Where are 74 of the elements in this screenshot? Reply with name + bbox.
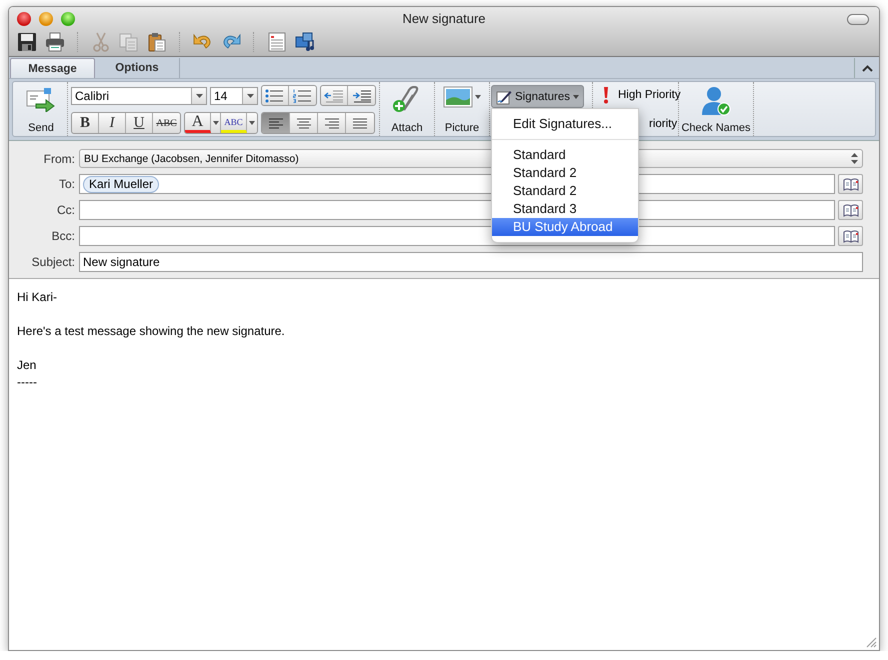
field-label: Cc: <box>56 203 75 217</box>
alignment-control[interactable] <box>261 112 375 134</box>
ribbon-tab[interactable]: Options <box>95 58 180 78</box>
align-center-icon <box>294 116 312 130</box>
menu-item[interactable]: BU Study Abroad <box>492 218 638 236</box>
field-label: To: <box>58 177 75 191</box>
underline-button[interactable]: U <box>126 113 153 133</box>
indent-control[interactable] <box>320 85 376 106</box>
signatures-button[interactable]: Signatures <box>491 85 584 108</box>
dropdown-arrow-icon[interactable] <box>475 95 481 99</box>
message-line: ----- <box>17 374 38 391</box>
address-book-button[interactable] <box>838 174 863 194</box>
ribbon-tab[interactable]: Message <box>10 58 95 78</box>
toolbar-toggle-button[interactable] <box>847 14 869 24</box>
list-control[interactable] <box>261 85 317 106</box>
align-left-icon <box>266 116 284 130</box>
exclamation-icon <box>602 86 609 104</box>
form-icon[interactable] <box>267 32 287 52</box>
dropdown-arrow-icon[interactable] <box>249 121 255 125</box>
collapse-icon[interactable] <box>862 64 872 72</box>
message-line: Here's a test message showing the new signature. <box>17 323 286 340</box>
outdent-icon[interactable] <box>324 88 344 102</box>
dropdown-arrow-icon[interactable] <box>246 94 254 98</box>
align-left-button[interactable] <box>262 113 290 133</box>
bullet-list-icon[interactable] <box>265 88 285 102</box>
media-icon[interactable] <box>295 32 315 52</box>
book-icon <box>842 178 858 190</box>
landscape-icon[interactable] <box>443 86 473 108</box>
resize-grip-icon[interactable] <box>866 637 877 648</box>
message-line: Hi Kari- <box>17 289 58 306</box>
check-names-button[interactable]: Check Names <box>681 122 751 134</box>
text-style-control[interactable]: B I U ABC <box>71 112 181 134</box>
bold-button[interactable]: B <box>72 113 99 133</box>
menu-item[interactable]: Standard <box>492 146 638 164</box>
stepper-arrows-icon <box>851 153 858 164</box>
strikethrough-button[interactable]: ABC <box>153 113 180 133</box>
message-line: Jen <box>17 357 38 374</box>
book-icon <box>842 230 858 242</box>
close-button[interactable] <box>17 12 31 26</box>
person-check-icon[interactable] <box>700 86 731 116</box>
high-priority-button[interactable]: High Priority <box>618 89 681 101</box>
address-book-button[interactable] <box>838 226 863 246</box>
field-label: Subject: <box>30 255 75 269</box>
font-field[interactable]: Calibri <box>71 86 207 104</box>
address-book-button[interactable] <box>838 200 863 220</box>
dropdown-arrow-icon[interactable] <box>212 121 218 125</box>
font-size-field[interactable]: 14 <box>210 86 258 104</box>
window-title: New signature <box>402 11 486 26</box>
dropdown-arrow-icon[interactable] <box>196 94 202 98</box>
send-icon[interactable] <box>26 86 56 112</box>
low-priority-button[interactable]: riority <box>648 118 678 130</box>
dropdown-arrow-icon <box>572 94 579 98</box>
italic-button[interactable]: I <box>99 113 126 133</box>
save-icon[interactable] <box>17 32 37 52</box>
pen-icon <box>496 88 512 104</box>
printer-icon[interactable] <box>45 32 65 52</box>
align-right-icon <box>322 116 340 130</box>
font-color-button[interactable]: A <box>185 113 211 133</box>
subject-field[interactable]: New signature <box>79 252 863 272</box>
indent-icon[interactable] <box>352 88 372 102</box>
clipboard-icon[interactable] <box>147 32 167 52</box>
highlight-button[interactable]: ABC <box>221 113 247 133</box>
picture-button[interactable]: Picture <box>444 122 480 134</box>
align-justify-icon <box>351 116 369 130</box>
recipient-token[interactable]: Kari Mueller <box>83 176 160 192</box>
attach-button[interactable]: Attach <box>391 122 423 134</box>
field-label: Bcc: <box>50 229 75 243</box>
menu-item[interactable]: Standard 3 <box>492 200 638 218</box>
menu-item[interactable]: Edit Signatures... <box>492 114 638 134</box>
field-label: From: <box>42 152 75 166</box>
color-control[interactable]: A ABC <box>184 112 258 134</box>
send-button[interactable]: Send <box>28 122 54 134</box>
book-icon <box>842 204 858 216</box>
numbered-list-icon[interactable] <box>292 88 312 102</box>
